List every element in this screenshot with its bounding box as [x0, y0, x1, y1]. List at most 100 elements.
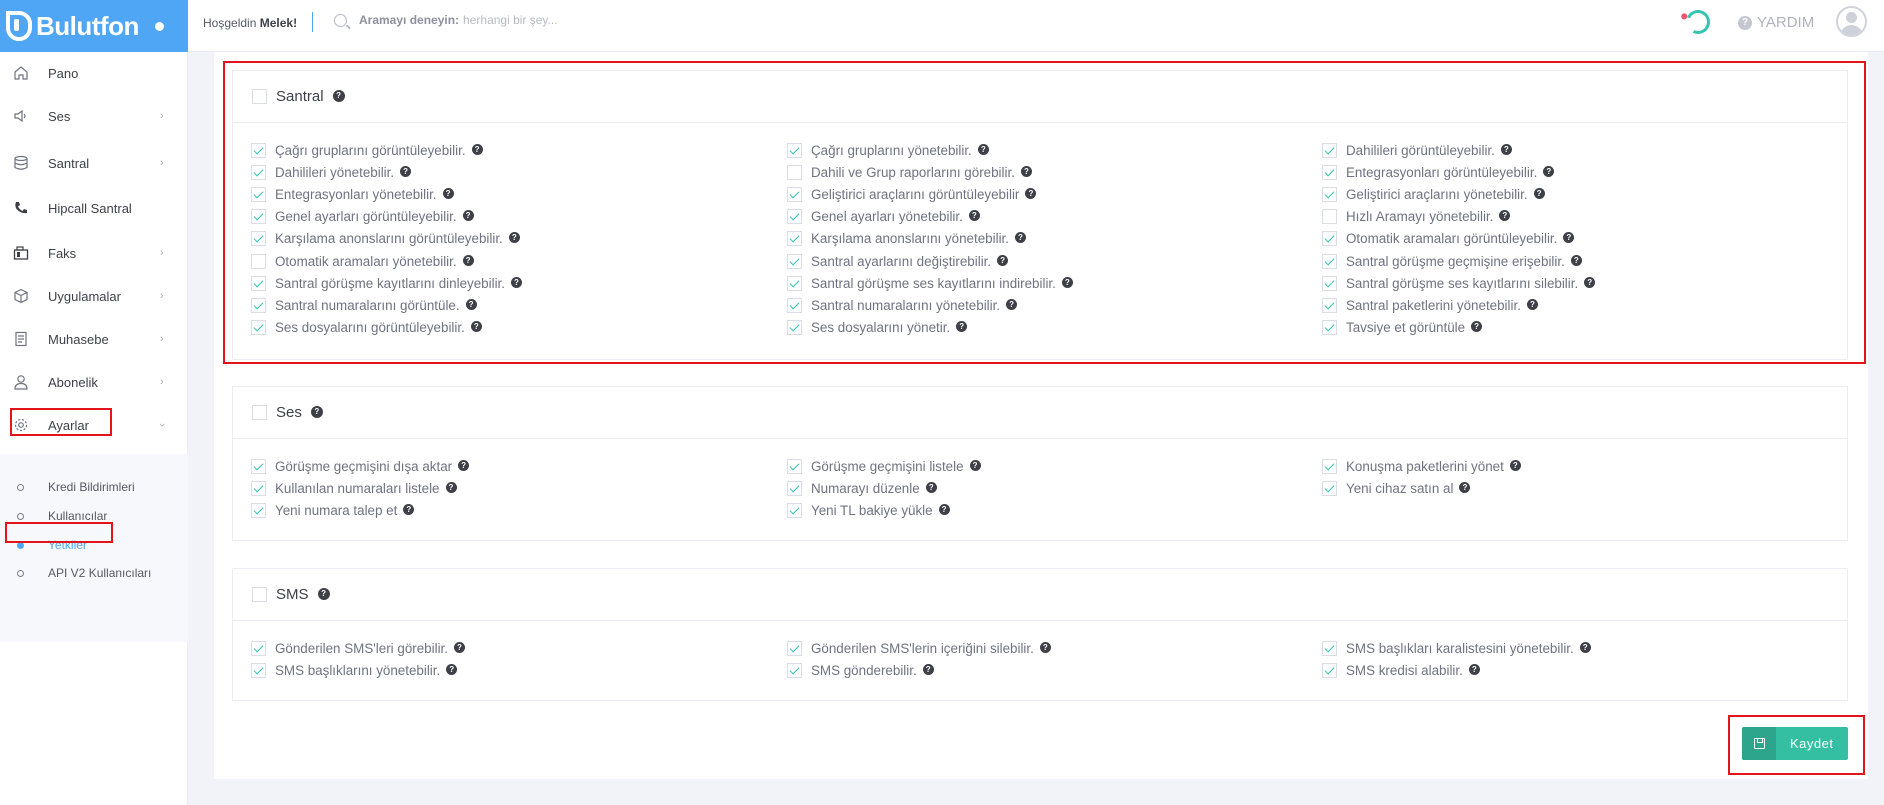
- sidebar-toggle-icon[interactable]: [154, 21, 164, 31]
- sidebar-item-hipcall-santral[interactable]: Hipcall Santral: [0, 193, 188, 223]
- permission-checkbox[interactable]: [1322, 458, 1337, 474]
- sidebar-item-ayarlar[interactable]: Ayarlar ›: [0, 410, 188, 440]
- permission-item[interactable]: Karşılama anonslarını yönetebilir.?: [787, 230, 1026, 248]
- permission-item[interactable]: Görüşme geçmişini dışa aktar?: [251, 457, 470, 475]
- sidebar-item-ses[interactable]: Ses ›: [0, 101, 188, 131]
- question-icon[interactable]: ?: [997, 254, 1009, 266]
- avatar[interactable]: [1836, 6, 1867, 37]
- permission-item[interactable]: Konuşma paketlerini yönet?: [1322, 457, 1521, 475]
- permission-checkbox[interactable]: [787, 231, 802, 247]
- permission-item[interactable]: Santral görüşme kayıtlarını dinleyebilir…: [251, 274, 522, 292]
- permission-item[interactable]: Ses dosyalarını görüntüleyebilir.?: [251, 319, 482, 337]
- help-link[interactable]: ? YARDIM: [1738, 14, 1814, 31]
- sidebar-item-pano[interactable]: Pano: [0, 58, 188, 88]
- permission-checkbox[interactable]: [251, 186, 266, 202]
- question-icon[interactable]: ?: [310, 405, 323, 418]
- permission-item[interactable]: Otomatik aramaları görüntüleyebilir.?: [1322, 230, 1575, 248]
- question-icon[interactable]: ?: [462, 210, 474, 222]
- permission-item[interactable]: Otomatik aramaları yönetebilir.?: [251, 252, 474, 270]
- permission-item[interactable]: Dahilileri yönetebilir.?: [251, 163, 412, 181]
- permission-checkbox[interactable]: [787, 164, 802, 180]
- permission-item[interactable]: Kullanılan numaraları listele?: [251, 479, 457, 497]
- permission-item[interactable]: Santral görüşme geçmişine erişebilir.?: [1322, 252, 1582, 270]
- question-icon[interactable]: ?: [977, 143, 989, 155]
- permission-checkbox[interactable]: [787, 142, 802, 158]
- permission-item[interactable]: Santral numaralarını yönetebilir.?: [787, 296, 1018, 314]
- question-icon[interactable]: ?: [465, 298, 477, 310]
- permission-checkbox[interactable]: [251, 640, 266, 656]
- permission-checkbox[interactable]: [251, 320, 266, 336]
- permission-item[interactable]: Geliştirici araçlarını yönetebilir.?: [1322, 185, 1545, 203]
- question-icon[interactable]: ?: [403, 503, 415, 515]
- search-input[interactable]: [463, 13, 664, 27]
- permission-item[interactable]: Numarayı düzenle?: [787, 479, 937, 497]
- permission-item[interactable]: Gönderilen SMS'lerin içeriğini silebilir…: [787, 639, 1051, 657]
- question-icon[interactable]: ?: [968, 210, 980, 222]
- permission-checkbox[interactable]: [787, 640, 802, 656]
- question-icon[interactable]: ?: [1468, 663, 1480, 675]
- question-icon[interactable]: ?: [1459, 481, 1471, 493]
- permission-item[interactable]: Ses dosyalarını yönetir.?: [787, 319, 968, 337]
- question-icon[interactable]: ?: [458, 459, 470, 471]
- permission-item[interactable]: SMS gönderebilir.?: [787, 661, 934, 679]
- question-icon[interactable]: ?: [1006, 298, 1018, 310]
- permission-checkbox[interactable]: [251, 662, 266, 678]
- question-icon[interactable]: ?: [922, 663, 934, 675]
- question-icon[interactable]: ?: [470, 321, 482, 333]
- permission-item[interactable]: SMS başlıklarını yönetebilir.?: [251, 661, 458, 679]
- permission-item[interactable]: Görüşme geçmişini listele?: [787, 457, 981, 475]
- permission-item[interactable]: Genel ayarları yönetebilir.?: [787, 208, 980, 226]
- question-icon[interactable]: ?: [1471, 321, 1483, 333]
- question-icon[interactable]: ?: [471, 143, 483, 155]
- sidebar-item-faks[interactable]: Faks ›: [0, 238, 188, 268]
- permission-item[interactable]: Yeni cihaz satın al?: [1322, 479, 1471, 497]
- question-icon[interactable]: ?: [1020, 165, 1032, 177]
- question-icon[interactable]: ?: [1509, 459, 1521, 471]
- permission-checkbox[interactable]: [787, 320, 802, 336]
- permission-item[interactable]: Yeni numara talep et?: [251, 501, 415, 519]
- question-icon[interactable]: ?: [445, 481, 457, 493]
- permission-item[interactable]: Çağrı gruplarını yönetebilir.?: [787, 141, 989, 159]
- permission-item[interactable]: Hızlı Aramayı yönetebilir.?: [1322, 208, 1511, 226]
- permission-checkbox[interactable]: [1322, 662, 1337, 678]
- permission-checkbox[interactable]: [787, 186, 802, 202]
- permission-checkbox[interactable]: [1322, 253, 1337, 269]
- question-icon[interactable]: ?: [454, 641, 465, 653]
- submenu-item-kredi-bildirimleri[interactable]: Kredi Bildirimleri: [0, 475, 188, 499]
- permission-checkbox[interactable]: [1322, 186, 1337, 202]
- permission-checkbox[interactable]: [251, 142, 266, 158]
- question-icon[interactable]: ?: [332, 89, 345, 102]
- permission-item[interactable]: Yeni TL bakiye yükle?: [787, 501, 950, 519]
- permission-checkbox[interactable]: [251, 231, 266, 247]
- permission-item[interactable]: SMS kredisi alabilir.?: [1322, 661, 1480, 679]
- question-icon[interactable]: ?: [442, 187, 454, 199]
- search-bar[interactable]: Aramayı deneyin:: [334, 13, 664, 27]
- permission-item[interactable]: Santral görüşme ses kayıtlarını silebili…: [1322, 274, 1596, 292]
- section-checkbox[interactable]: [252, 405, 267, 420]
- permission-checkbox[interactable]: [787, 275, 802, 291]
- question-icon[interactable]: ?: [1563, 232, 1575, 244]
- question-icon[interactable]: ?: [508, 232, 520, 244]
- permission-checkbox[interactable]: [787, 502, 802, 518]
- question-icon[interactable]: ?: [956, 321, 968, 333]
- permission-item[interactable]: Entegrasyonları yönetebilir.?: [251, 185, 454, 203]
- permission-checkbox[interactable]: [251, 502, 266, 518]
- save-button[interactable]: Kaydet: [1742, 727, 1848, 760]
- permission-item[interactable]: Gönderilen SMS'leri görebilir.?: [251, 639, 465, 657]
- question-icon[interactable]: ?: [1533, 187, 1545, 199]
- permission-checkbox[interactable]: [251, 297, 266, 313]
- permission-checkbox[interactable]: [787, 209, 802, 225]
- permission-checkbox[interactable]: [787, 480, 802, 496]
- permission-checkbox[interactable]: [251, 164, 266, 180]
- permission-checkbox[interactable]: [787, 253, 802, 269]
- permission-checkbox[interactable]: [1322, 209, 1337, 225]
- permission-checkbox[interactable]: [1322, 164, 1337, 180]
- submenu-item-api-v2-kullanicilari[interactable]: API V2 Kullanıcıları: [0, 561, 188, 585]
- permission-item[interactable]: Dahilileri görüntüleyebilir.?: [1322, 141, 1512, 159]
- permission-checkbox[interactable]: [1322, 231, 1337, 247]
- permission-checkbox[interactable]: [251, 458, 266, 474]
- sidebar-item-santral[interactable]: Santral ›: [0, 148, 188, 178]
- question-icon[interactable]: ?: [510, 276, 522, 288]
- permission-item[interactable]: Karşılama anonslarını görüntüleyebilir.?: [251, 230, 520, 248]
- permission-checkbox[interactable]: [787, 458, 802, 474]
